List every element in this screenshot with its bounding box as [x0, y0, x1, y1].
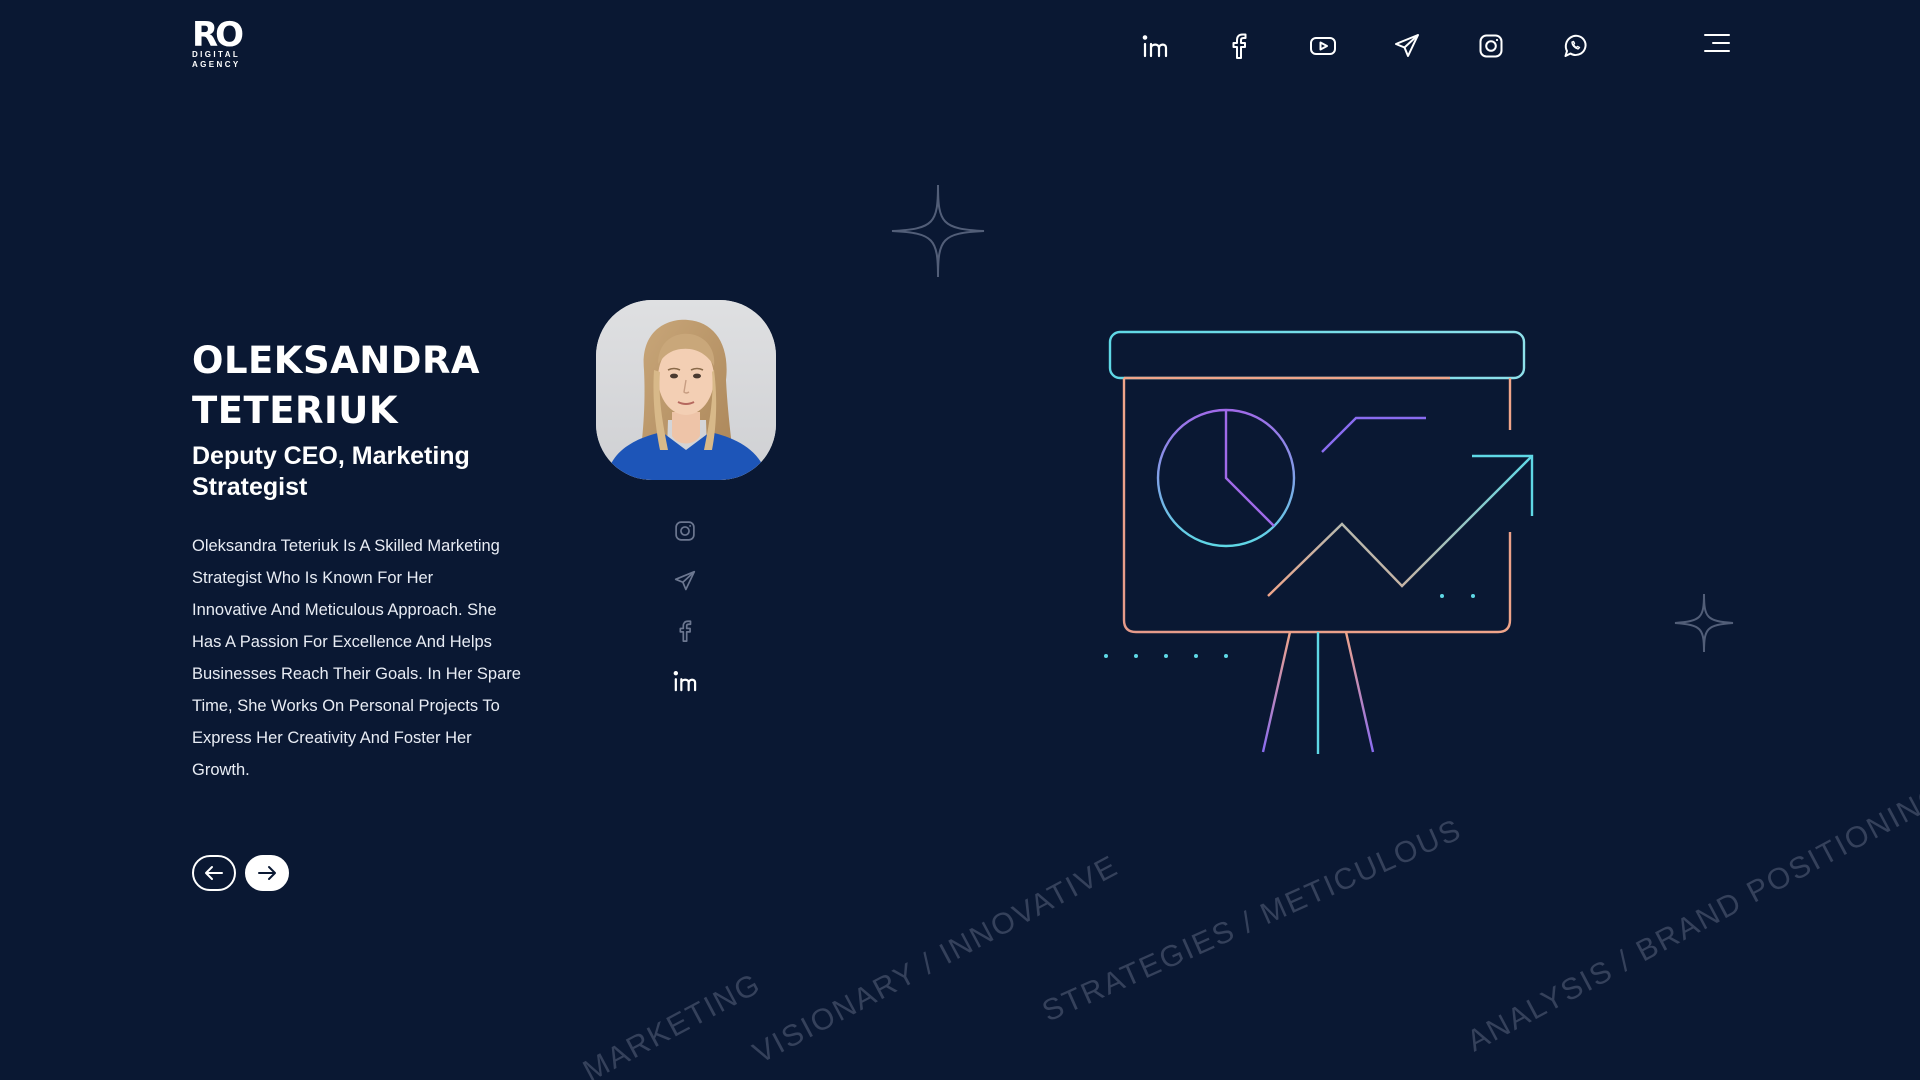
- next-button[interactable]: [245, 855, 289, 891]
- telegram-icon[interactable]: [1392, 31, 1422, 61]
- presentation-board-illustration: [1104, 330, 1534, 754]
- youtube-icon[interactable]: [1308, 31, 1338, 61]
- bio-line: Has A Passion For Excellence And Helps: [192, 633, 492, 651]
- sparkle-icon: [891, 184, 985, 278]
- profile-bio: Oleksandra Teteriuk Is A Skilled Marketi…: [192, 530, 548, 786]
- profile-photo: [596, 300, 776, 480]
- linkedin-icon[interactable]: [670, 666, 700, 696]
- menu-bar: [1712, 42, 1730, 44]
- profile-name-line2: TETERIUK: [192, 389, 399, 432]
- whatsapp-icon[interactable]: [1560, 31, 1590, 61]
- logo-mark: RO: [192, 15, 244, 55]
- bio-line: Businesses Reach Their Goals. In Her Spa…: [192, 665, 521, 683]
- bio-line: Oleksandra Teteriuk Is A Skilled Marketi…: [192, 537, 500, 555]
- arrow-right-icon: [258, 866, 276, 880]
- profile-role-line2: Strategist: [192, 473, 308, 501]
- keyword-text: STRATEGIES / METICULOUS: [1037, 813, 1467, 1028]
- arrow-left-icon: [205, 866, 223, 880]
- logo-line1: DIGITAL: [192, 50, 241, 59]
- profile-social-links: [670, 516, 700, 716]
- header-social-links: [1140, 28, 1590, 64]
- telegram-icon[interactable]: [670, 566, 700, 596]
- prev-button[interactable]: [192, 855, 236, 891]
- slider-navigation: [192, 855, 298, 891]
- facebook-icon[interactable]: [1224, 31, 1254, 61]
- bio-line: Growth.: [192, 761, 250, 779]
- bio-line: Time, She Works On Personal Projects To: [192, 697, 500, 715]
- menu-bar: [1704, 50, 1730, 52]
- logo-line2: AGENCY: [192, 60, 241, 69]
- bio-line: Strategist Who Is Known For Her: [192, 569, 434, 587]
- profile-name: OLEKSANDRA TETERIUK: [192, 336, 552, 436]
- logo[interactable]: RO DIGITAL AGENCY: [192, 15, 252, 72]
- bio-line: Express Her Creativity And Foster Her: [192, 729, 472, 747]
- sparkle-icon: [1674, 593, 1734, 653]
- bio-line: Innovative And Meticulous Approach. She: [192, 601, 497, 619]
- instagram-icon[interactable]: [1476, 31, 1506, 61]
- profile-name-line1: OLEKSANDRA: [192, 339, 481, 382]
- facebook-icon[interactable]: [670, 616, 700, 646]
- profile-role: Deputy CEO, Marketing Strategist: [192, 441, 532, 503]
- keyword-text: VISIONARY / INNOVATIVE: [748, 849, 1124, 1070]
- instagram-icon[interactable]: [670, 516, 700, 546]
- linkedin-icon[interactable]: [1140, 31, 1170, 61]
- profile-role-line1: Deputy CEO, Marketing: [192, 442, 470, 470]
- keyword-text: MARKETING: [578, 967, 767, 1080]
- menu-bar: [1704, 34, 1730, 36]
- hamburger-menu-icon[interactable]: [1700, 32, 1730, 56]
